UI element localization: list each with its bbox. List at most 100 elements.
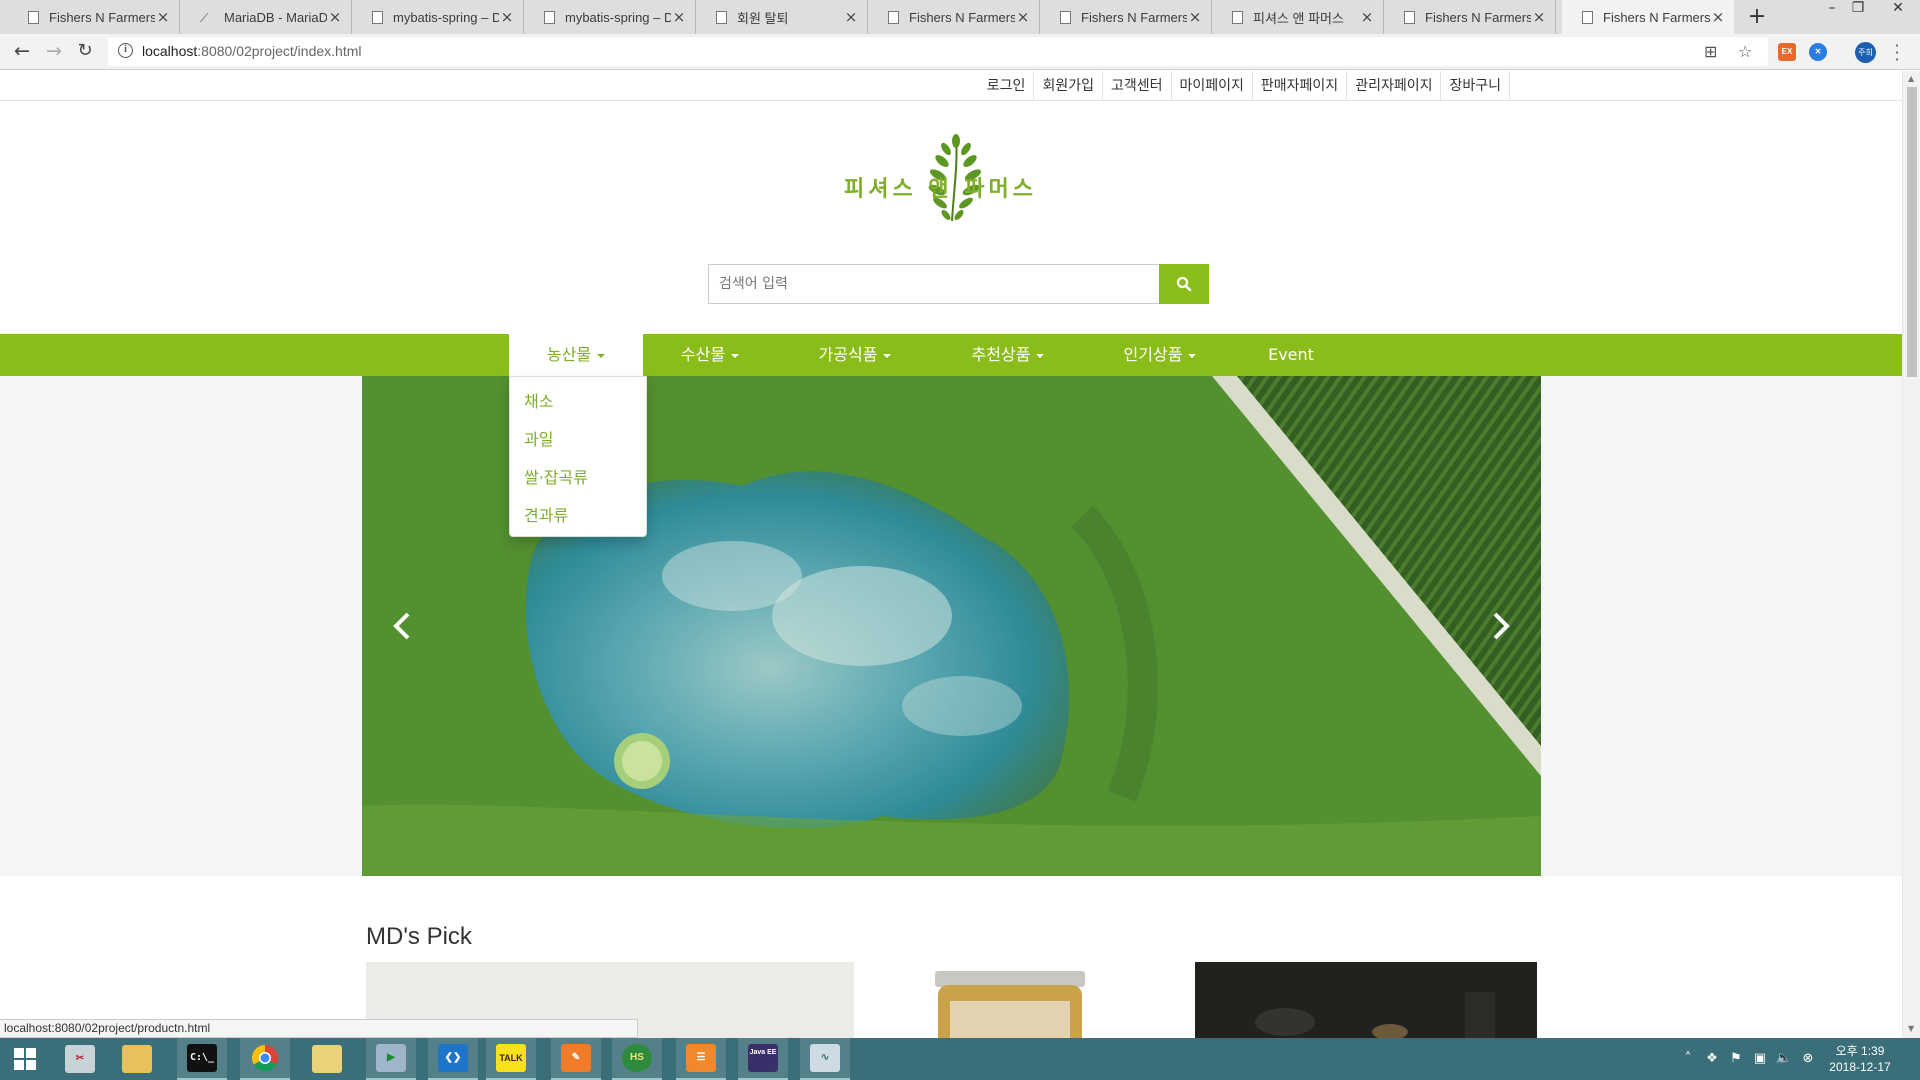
page-icon — [1582, 10, 1593, 24]
tab-title: Fishers N Farmers — [1603, 9, 1710, 25]
browser-tab[interactable]: Fishers N Farmers × — [1040, 0, 1212, 34]
eclipse-icon[interactable]: Java EE — [738, 1038, 788, 1080]
dropdown-item-fruits[interactable]: 과일 — [510, 421, 646, 459]
nav-event[interactable]: Event — [1258, 334, 1324, 376]
extension-icon[interactable]: EX — [1778, 43, 1796, 61]
nav-popular[interactable]: 인기상품 — [1102, 334, 1218, 376]
login-link[interactable]: 로그인 — [979, 71, 1035, 101]
browser-toolbar: ← → ↻ i localhost:8080/02project/index.h… — [0, 34, 1920, 70]
tab-close-icon[interactable]: × — [1015, 8, 1031, 26]
command-prompt-icon[interactable]: C:\_ — [177, 1038, 227, 1080]
folder-icon[interactable] — [302, 1038, 352, 1080]
md-pick-heading: MD's Pick — [366, 923, 472, 950]
snipping-tool-icon[interactable]: ✂ — [55, 1038, 105, 1080]
action-center-flag-icon[interactable]: ⚑ — [1726, 1038, 1746, 1080]
system-clock[interactable]: 오후 1:39 2018-12-17 — [1820, 1043, 1900, 1075]
browser-tab[interactable]: Fishers N Farmers × — [8, 0, 180, 34]
dropdown-item-nuts[interactable]: 견과류 — [510, 497, 646, 535]
nav-label: 인기상품 — [1123, 345, 1183, 364]
resource-monitor-icon[interactable]: ∿ — [800, 1038, 850, 1080]
dropdown-item-vegetables[interactable]: 채소 — [510, 383, 646, 421]
hs-icon[interactable]: HS — [612, 1038, 662, 1080]
carousel-prev-icon[interactable] — [382, 606, 422, 646]
nav-recommended[interactable]: 추천상품 — [950, 334, 1066, 376]
cart-link[interactable]: 장바구니 — [1441, 71, 1510, 101]
search-input[interactable] — [708, 264, 1160, 304]
file-explorer-icon[interactable] — [112, 1038, 162, 1080]
nav-agriculture[interactable]: 농산물 — [509, 334, 643, 376]
signup-link[interactable]: 회원가입 — [1034, 71, 1103, 101]
address-url[interactable]: localhost:8080/02project/index.html — [142, 43, 361, 59]
tab-close-icon[interactable]: × — [1531, 8, 1547, 26]
back-icon[interactable]: ← — [10, 40, 34, 64]
clock-time: 오후 1:39 — [1835, 1044, 1885, 1058]
page-icon — [544, 10, 555, 24]
mypage-link[interactable]: 마이페이지 — [1172, 71, 1253, 101]
browser-tab[interactable]: 회원 탈퇴 × — [696, 0, 868, 34]
forward-icon[interactable]: → — [42, 40, 66, 64]
close-window-icon[interactable]: ✕ — [1878, 0, 1918, 18]
extension-x-icon[interactable]: ✕ — [1809, 43, 1827, 61]
new-tab-icon[interactable]: + — [1744, 4, 1770, 29]
start-icon[interactable] — [0, 1038, 50, 1080]
nav-processed-food[interactable]: 가공식품 — [797, 334, 913, 376]
tab-title: Fishers N Farmers — [1425, 9, 1531, 25]
carousel-next-icon[interactable] — [1481, 606, 1521, 646]
nav-label: 수산물 — [680, 345, 726, 364]
browser-tab[interactable]: mybatis-spring – Di × — [524, 0, 696, 34]
address-bar[interactable]: i localhost:8080/02project/index.html ⊞ … — [108, 37, 1768, 66]
browser-tab[interactable]: 피셔스 앤 파머스 × — [1212, 0, 1384, 34]
caret-down-icon — [883, 353, 892, 358]
volume-muted-icon[interactable]: 🔈 — [1774, 1038, 1794, 1080]
scroll-down-icon[interactable]: ▼ — [1908, 1024, 1914, 1033]
tab-close-icon[interactable]: × — [499, 8, 515, 26]
browser-tab[interactable]: Fishers N Farmers × — [1384, 0, 1556, 34]
browser-tab-active[interactable]: Fishers N Farmers × — [1562, 0, 1734, 34]
bookmark-star-icon[interactable]: ☆ — [1738, 42, 1752, 61]
pdf-icon[interactable]: ✎ — [551, 1038, 601, 1080]
reload-icon[interactable]: ↻ — [73, 40, 97, 64]
tab-close-icon[interactable]: × — [671, 8, 687, 26]
seller-page-link[interactable]: 판매자페이지 — [1253, 71, 1348, 101]
vscode-icon[interactable]: ❮❯ — [428, 1038, 478, 1080]
site-logo[interactable]: 피셔스 앤 파머스 — [840, 133, 1070, 225]
browser-tab[interactable]: mybatis-spring – Di × — [352, 0, 524, 34]
page-icon — [1060, 10, 1071, 24]
app-icon[interactable]: ☰ — [676, 1038, 726, 1080]
dropbox-icon[interactable]: ❖ — [1702, 1038, 1722, 1080]
kakaotalk-icon[interactable]: TALK — [486, 1038, 536, 1080]
chrome-icon[interactable] — [240, 1038, 290, 1080]
product-image[interactable] — [1195, 962, 1537, 1038]
scrollbar-thumb[interactable] — [1907, 87, 1917, 377]
notification-close-icon[interactable]: ⊗ — [1798, 1038, 1818, 1080]
customer-center-link[interactable]: 고객센터 — [1103, 71, 1172, 101]
site-info-icon[interactable]: i — [118, 43, 133, 58]
search-button[interactable] — [1159, 264, 1209, 304]
admin-page-link[interactable]: 관리자페이지 — [1347, 71, 1442, 101]
tab-close-icon[interactable]: × — [843, 8, 859, 26]
product-image[interactable] — [930, 971, 1120, 1038]
status-bar-url: localhost:8080/02project/productn.html — [0, 1019, 638, 1038]
nav-seafood[interactable]: 수산물 — [660, 334, 760, 376]
dropdown-item-rice-grains[interactable]: 쌀·잡곡류 — [510, 459, 646, 497]
translate-icon[interactable]: ⊞ — [1704, 42, 1717, 61]
tab-title: mybatis-spring – Di — [565, 9, 671, 25]
scroll-up-icon[interactable]: ▲ — [1908, 74, 1914, 83]
browser-tab[interactable]: ⟋ MariaDB - MariaDB × — [180, 0, 352, 34]
tab-close-icon[interactable]: × — [1187, 8, 1203, 26]
tab-close-icon[interactable]: × — [1710, 8, 1726, 26]
tab-close-icon[interactable]: × — [327, 8, 343, 26]
browser-menu-icon[interactable]: · · · — [1890, 38, 1904, 68]
tab-close-icon[interactable]: × — [155, 8, 171, 26]
nav-label: 농산물 — [546, 345, 592, 364]
media-player-icon[interactable]: ▶ — [366, 1038, 416, 1080]
page-scrollbar[interactable]: ▲ ▼ — [1902, 71, 1920, 1038]
network-icon[interactable]: ▣ — [1750, 1038, 1770, 1080]
tab-close-icon[interactable]: × — [1359, 8, 1375, 26]
restore-icon[interactable]: ❐ — [1838, 0, 1878, 18]
caret-down-icon — [1188, 353, 1197, 358]
tray-expand-icon[interactable]: ˄ — [1680, 1038, 1696, 1080]
browser-tab[interactable]: Fishers N Farmers × — [868, 0, 1040, 34]
tab-title: Fishers N Farmers — [49, 9, 155, 25]
profile-avatar[interactable]: 주희 — [1855, 42, 1876, 63]
